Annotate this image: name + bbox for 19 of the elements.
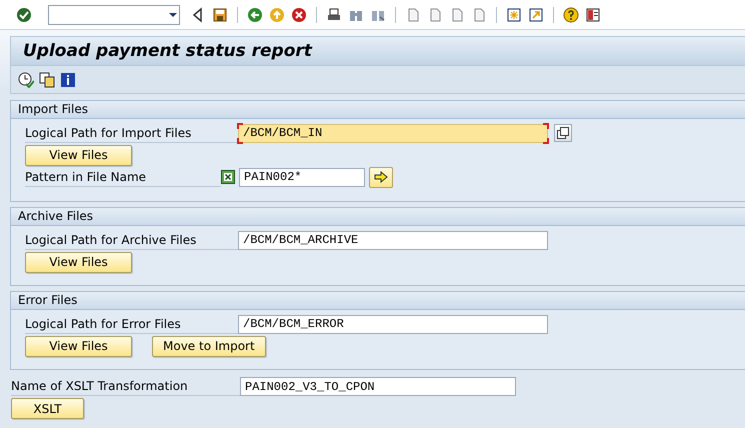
input-field[interactable]: /BCM/BCM_IN — [238, 124, 548, 142]
field-label: Logical Path for Archive Files — [25, 232, 238, 250]
field-label: Logical Path for Error Files — [25, 316, 238, 334]
group-header: Archive Files — [11, 208, 745, 226]
input-field[interactable]: PAIN002_V3_TO_CPON — [240, 377, 516, 396]
field-label: Logical Path for Import Files — [25, 125, 238, 143]
view-files-button[interactable]: View Files — [25, 144, 132, 166]
view-files-button[interactable]: View Files — [25, 336, 132, 356]
xslt-button[interactable]: XSLT — [11, 398, 84, 419]
group-header: Error Files — [11, 292, 745, 310]
view-files-button[interactable]: View Files — [25, 252, 132, 272]
input-field[interactable]: /BCM/BCM_ARCHIVE — [238, 230, 548, 250]
group-header: Import Files — [11, 101, 745, 119]
move-button[interactable]: Move to Import — [152, 336, 266, 356]
screen-title: Upload payment status report — [10, 36, 745, 66]
input-field[interactable]: PAIN002* — [239, 168, 365, 186]
input-field[interactable]: /BCM/BCM_ERROR — [238, 314, 548, 334]
field-label: Pattern in File Name — [25, 169, 221, 187]
field-label: Name of XSLT Transformation — [11, 378, 240, 396]
